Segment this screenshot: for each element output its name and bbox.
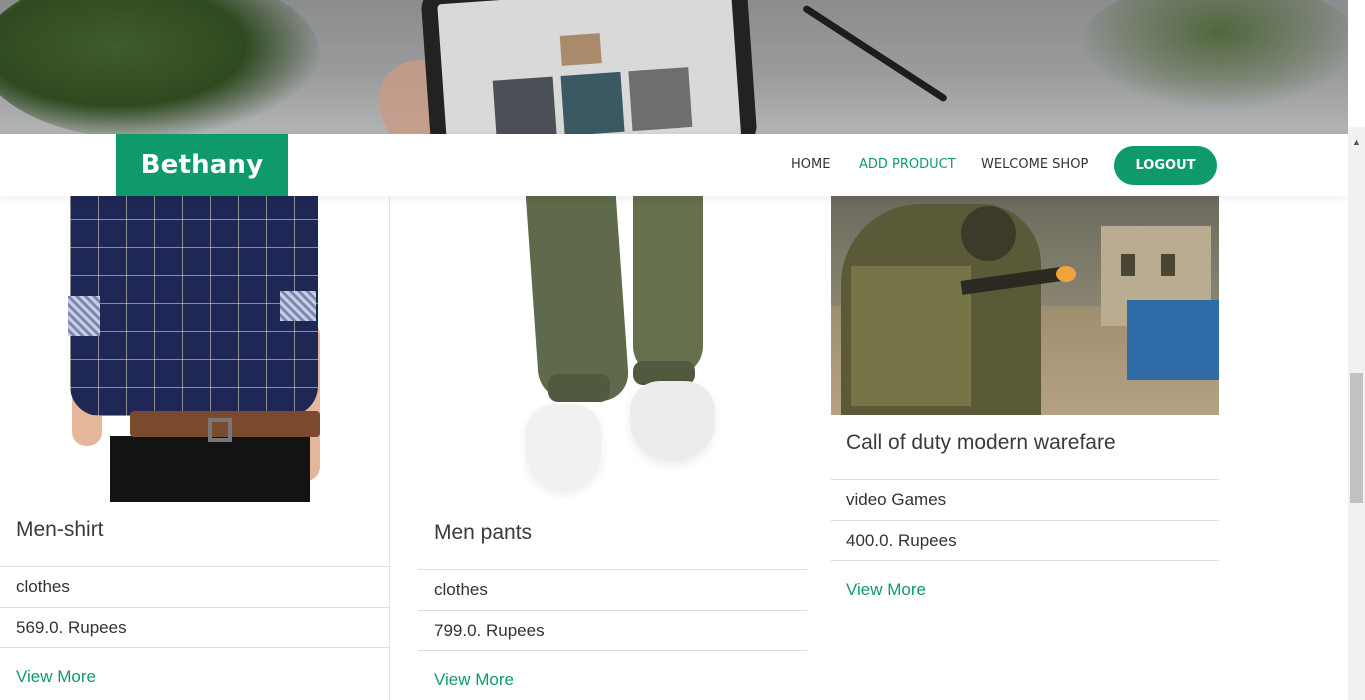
product-title: Call of duty modern warefare (846, 431, 1116, 454)
hero-banner-image (0, 0, 1348, 134)
tablet-screen (437, 0, 742, 134)
product-price: 799.0. Rupees (418, 610, 807, 651)
scrollbar-thumb[interactable] (1350, 373, 1363, 503)
product-card: Call of duty modern warefare video Games… (831, 196, 1219, 700)
vertical-scrollbar[interactable]: ▲ (1348, 127, 1365, 700)
tablet-device (420, 0, 758, 134)
plant-leaves (0, 0, 320, 134)
product-price: 569.0. Rupees (0, 607, 389, 648)
view-more-link[interactable]: View More (16, 667, 96, 687)
brand-logo[interactable]: Bethany (116, 134, 288, 196)
nav-add-product-link[interactable]: ADD PRODUCT (859, 157, 956, 172)
plant-leaves (1080, 0, 1348, 110)
product-price: 400.0. Rupees (831, 520, 1219, 561)
view-more-link[interactable]: View More (434, 670, 514, 690)
product-image-pants[interactable] (418, 196, 807, 498)
product-category: video Games (831, 479, 1219, 520)
chevron-up-icon[interactable]: ▲ (1348, 135, 1365, 149)
product-title: Men pants (434, 521, 533, 544)
pen (801, 4, 949, 103)
product-category: clothes (418, 569, 807, 610)
nav-home-link[interactable]: HOME (791, 157, 830, 172)
logout-button[interactable]: LOGOUT (1114, 146, 1217, 185)
product-image-shirt[interactable] (0, 196, 389, 502)
view-more-link[interactable]: View More (846, 580, 926, 600)
product-title: Men-shirt (16, 518, 104, 541)
nav-welcome-shop-link[interactable]: WELCOME SHOP (981, 157, 1088, 172)
main-navbar: Bethany HOME ADD PRODUCT WELCOME SHOP LO… (0, 134, 1348, 196)
product-card: Men-shirt clothes 569.0. Rupees View Mor… (0, 196, 390, 700)
product-image-game[interactable] (831, 196, 1219, 415)
product-category: clothes (0, 566, 389, 607)
product-card: Men pants clothes 799.0. Rupees View Mor… (418, 196, 807, 700)
